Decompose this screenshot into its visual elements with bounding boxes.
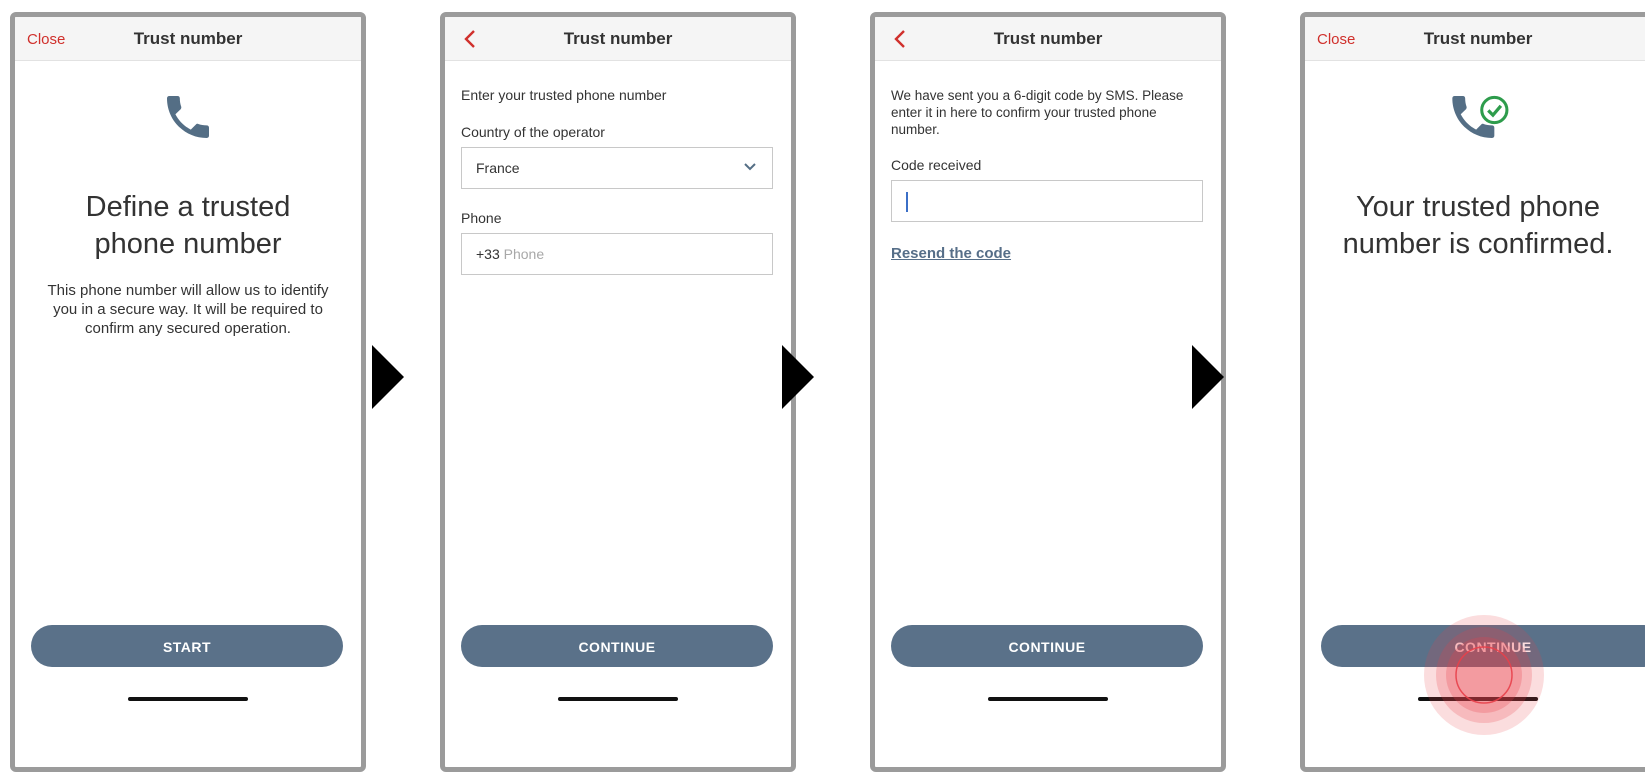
screen-define-number: Close Trust number Define a trusted phon… [10,12,366,772]
next-arrow-icon [372,345,404,409]
chevron-down-icon [744,163,756,171]
code-input[interactable] [891,180,1203,222]
page-title: Trust number [1423,29,1533,48]
headline: Your trusted phone number is confirmed. [1342,191,1614,260]
home-indicator [988,697,1108,701]
phone-prefix: +33 [476,246,500,262]
next-arrow-icon [1192,345,1224,409]
continue-button[interactable]: CONTINUE [891,625,1203,667]
next-arrow-icon [782,345,814,409]
intro-text: Enter your trusted phone number [461,87,667,103]
start-button[interactable]: START [31,625,343,667]
tap-indicator-icon [1424,615,1544,735]
phone-check-icon [1305,89,1645,150]
header: Close Trust number [1305,17,1645,61]
phone-icon [15,89,361,150]
description: This phone number will allow us to ident… [47,282,329,337]
header: Close Trust number [15,17,361,61]
text-caret [906,192,908,212]
header: Trust number [445,17,791,61]
continue-button[interactable]: CONTINUE [461,625,773,667]
resend-code-link[interactable]: Resend the code [891,245,1011,262]
intro-text: We have sent you a 6-digit code by SMS. … [891,88,1184,137]
screen-code: Trust number We have sent you a 6-digit … [870,12,1226,772]
country-select[interactable]: France [461,147,773,189]
home-indicator [128,697,248,701]
phone-placeholder: Phone [503,246,545,262]
page-title: Trust number [563,29,673,48]
country-value: France [476,160,520,176]
header: Trust number [875,17,1221,61]
code-label: Code received [891,157,982,173]
page-title: Trust number [993,29,1103,48]
screen-enter-number: Trust number Enter your trusted phone nu… [440,12,796,772]
country-label: Country of the operator [461,124,605,140]
phone-label: Phone [461,210,502,226]
page-title: Trust number [133,29,243,48]
headline: Define a trusted phone number [85,191,291,260]
phone-input[interactable]: +33 Phone [461,233,773,275]
home-indicator [558,697,678,701]
